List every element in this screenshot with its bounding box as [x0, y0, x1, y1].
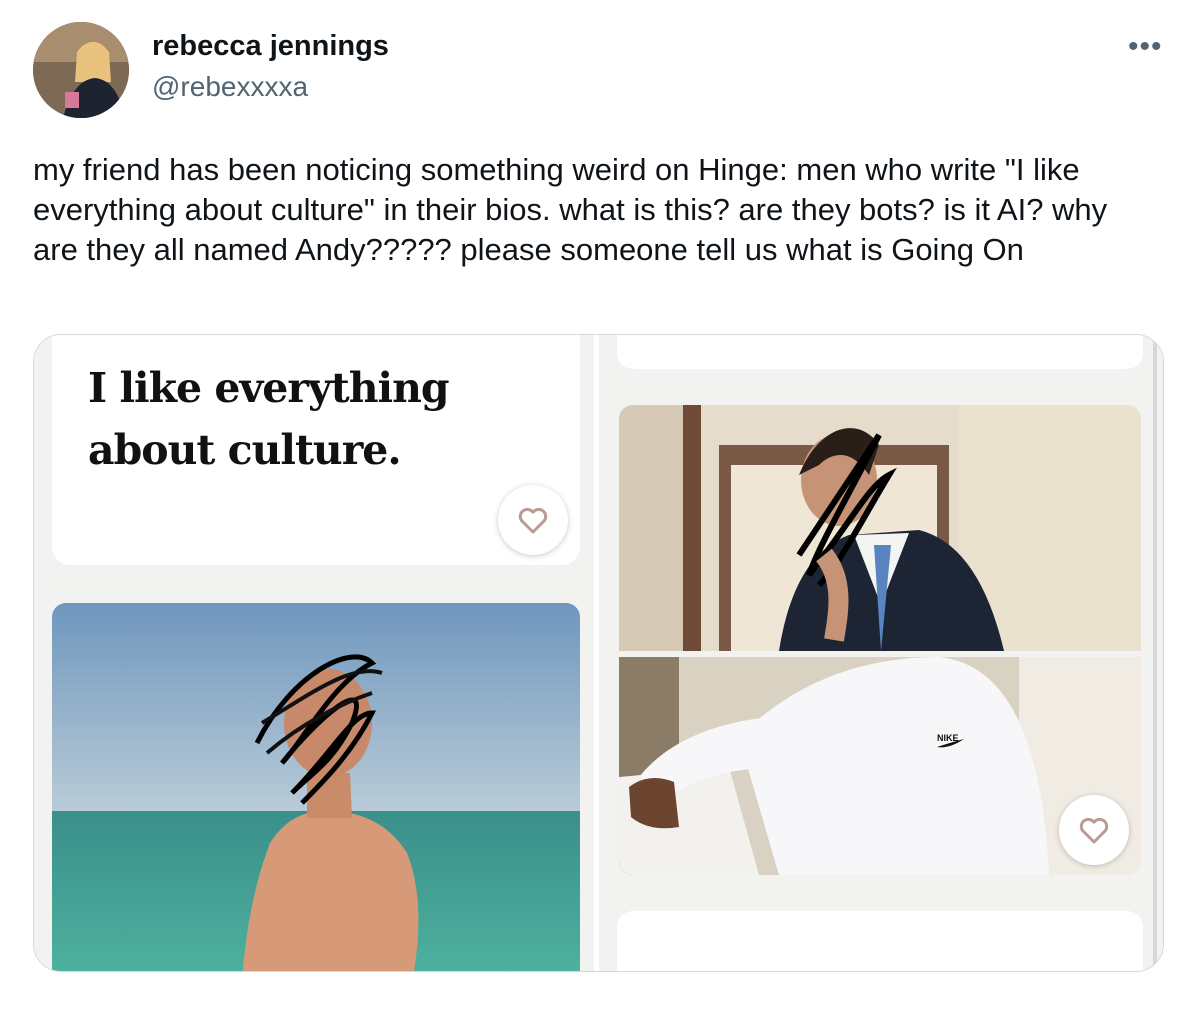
- prompt-answer: I like everything about culture.: [88, 364, 450, 474]
- author-display-name[interactable]: rebecca jennings: [152, 30, 389, 63]
- hinge-right-column: NIKE: [599, 335, 1163, 971]
- author-handle[interactable]: @rebexxxxa: [152, 71, 308, 103]
- sweatshirt-photo: NIKE: [619, 657, 1141, 875]
- like-button-photo[interactable]: [1059, 795, 1129, 865]
- scrollbar[interactable]: [1153, 335, 1157, 971]
- card-stub-bottom: [617, 911, 1143, 971]
- prompt-card: I like everything about culture.: [52, 335, 580, 565]
- beach-photo: [52, 603, 580, 971]
- tweet-text: my friend has been noticing something we…: [33, 152, 1108, 267]
- more-dots-icon[interactable]: •••: [1128, 30, 1163, 64]
- card-stub-top: [617, 335, 1143, 369]
- avatar-image: [33, 22, 129, 118]
- tweet-media[interactable]: I like everything about culture. NIKE: [33, 334, 1164, 972]
- author-avatar[interactable]: [33, 22, 129, 118]
- like-button[interactable]: [498, 485, 568, 555]
- suit-photo: [619, 405, 1141, 651]
- heart-icon: [518, 507, 548, 534]
- hinge-left-column: I like everything about culture.: [34, 335, 594, 971]
- heart-icon: [1079, 817, 1109, 844]
